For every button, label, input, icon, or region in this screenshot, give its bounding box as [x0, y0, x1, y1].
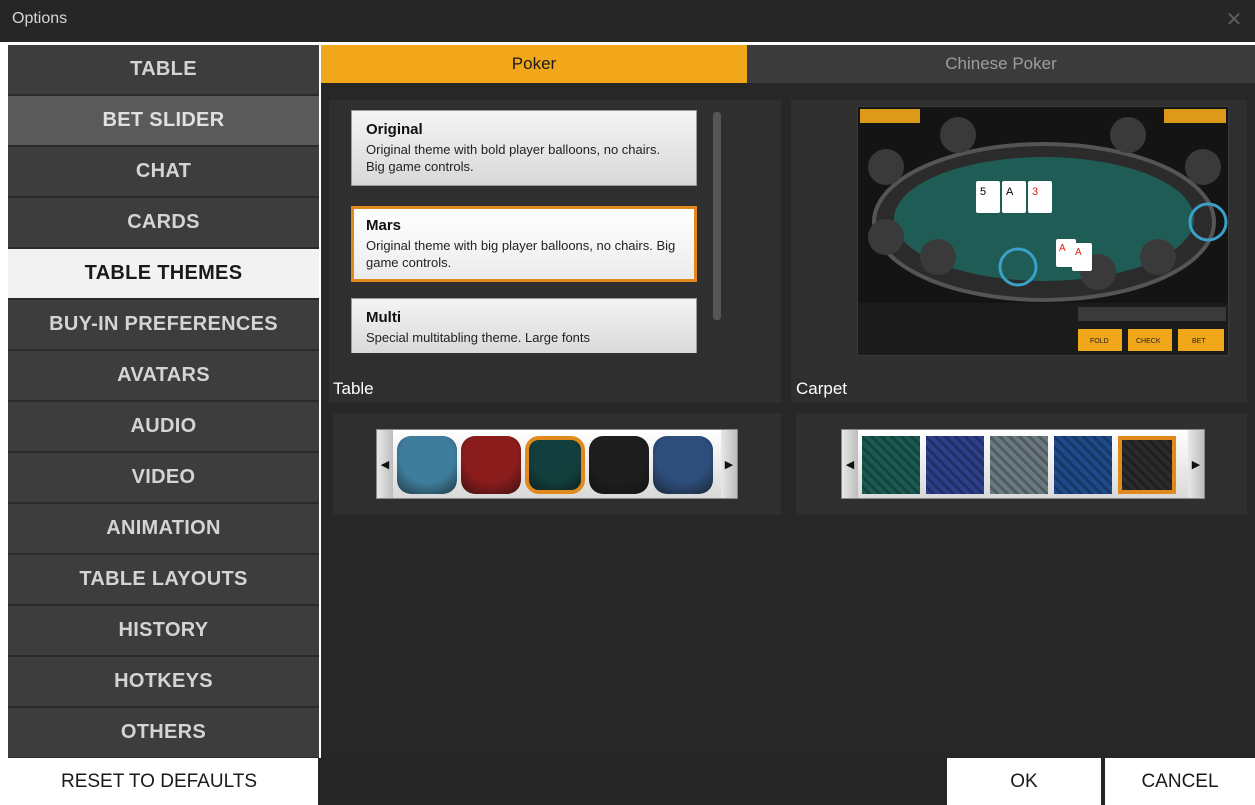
board-card-3: 3 — [1032, 186, 1038, 198]
poker-table-illustration: 5 A 3 A A FOLD CHECK BET — [858, 107, 1228, 355]
table-color-picker: ◀ ▶ — [333, 413, 781, 515]
theme-item-multi[interactable]: Multi Special multitabling theme. Large … — [351, 298, 697, 353]
carpet-picker: ◀ ▶ — [796, 413, 1247, 515]
table-swatch-1[interactable] — [397, 436, 457, 494]
table-preview-image: 5 A 3 A A FOLD CHECK BET — [857, 106, 1229, 356]
window-title: Options — [12, 10, 68, 27]
table-swatch-4[interactable] — [589, 436, 649, 494]
sidebar-item-buy-in-preferences[interactable]: BUY-IN PREFERENCES — [8, 300, 319, 349]
carpet-swatch-1[interactable] — [862, 436, 920, 494]
table-swatch-2[interactable] — [461, 436, 521, 494]
theme-item-mars[interactable]: Mars Original theme with big player ball… — [351, 206, 697, 282]
tab-chinese-poker[interactable]: Chinese Poker — [747, 45, 1255, 83]
sidebar-item-table[interactable]: TABLE — [8, 45, 319, 94]
theme-name: Original — [366, 121, 423, 138]
sidebar-item-avatars[interactable]: AVATARS — [8, 351, 319, 400]
preview-bet-label: BET — [1192, 338, 1206, 345]
close-icon[interactable]: ✕ — [1223, 9, 1245, 31]
carpet-swatch-5[interactable] — [1118, 436, 1176, 494]
sidebar-item-table-themes[interactable]: TABLE THEMES — [8, 249, 319, 298]
ok-button[interactable]: OK — [947, 758, 1101, 805]
theme-list-panel: Original Original theme with bold player… — [329, 100, 781, 403]
sidebar-item-history[interactable]: HISTORY — [8, 606, 319, 655]
table-color-strip: ◀ ▶ — [376, 429, 738, 499]
carpet-strip: ◀ ▶ — [841, 429, 1205, 499]
board-card-1: 5 — [980, 186, 986, 198]
table-prev-arrow[interactable]: ◀ — [377, 430, 393, 498]
theme-description: Original theme with big player balloons,… — [366, 238, 676, 270]
sidebar-item-others[interactable]: OTHERS — [8, 708, 319, 757]
sidebar-item-animation[interactable]: ANIMATION — [8, 504, 319, 553]
table-swatch-5[interactable] — [653, 436, 713, 494]
footer-bar: RESET TO DEFAULTS OK CANCEL — [0, 758, 1255, 805]
sidebar-item-cards[interactable]: CARDS — [8, 198, 319, 247]
carpet-next-arrow[interactable]: ▶ — [1188, 430, 1204, 498]
carpet-swatch-4[interactable] — [1054, 436, 1112, 494]
table-section-label: Table — [333, 379, 374, 398]
preview-check-label: CHECK — [1136, 338, 1161, 345]
carpet-swatch-3[interactable] — [990, 436, 1048, 494]
carpet-prev-arrow[interactable]: ◀ — [842, 430, 858, 498]
title-bar: Options ✕ — [0, 0, 1255, 42]
hand-card-2: A — [1075, 247, 1082, 258]
sidebar-item-table-layouts[interactable]: TABLE LAYOUTS — [8, 555, 319, 604]
sidebar-item-chat[interactable]: CHAT — [8, 147, 319, 196]
sidebar-item-hotkeys[interactable]: HOTKEYS — [8, 657, 319, 706]
preview-fold-label: FOLD — [1090, 338, 1109, 345]
cancel-button[interactable]: CANCEL — [1105, 758, 1255, 805]
theme-description: Special multitabling theme. Large fonts — [366, 330, 591, 345]
hand-card-1: A — [1059, 243, 1066, 254]
tab-poker[interactable]: Poker — [321, 45, 747, 83]
table-swatch-3[interactable] — [525, 436, 585, 494]
theme-item-original[interactable]: Original Original theme with bold player… — [351, 110, 697, 186]
theme-list: Original Original theme with bold player… — [351, 110, 727, 353]
theme-name: Mars — [366, 217, 402, 234]
sidebar-item-video[interactable]: VIDEO — [8, 453, 319, 502]
theme-name: Multi — [366, 309, 401, 326]
reset-to-defaults-button[interactable]: RESET TO DEFAULTS — [0, 758, 318, 805]
theme-list-scrollbar[interactable] — [713, 112, 721, 320]
theme-description: Original theme with bold player balloons… — [366, 142, 661, 174]
sidebar-item-audio[interactable]: AUDIO — [8, 402, 319, 451]
sidebar: TABLE BET SLIDER CHAT CARDS TABLE THEMES… — [8, 45, 319, 758]
carpet-section-label: Carpet — [796, 379, 848, 398]
sidebar-item-bet-slider[interactable]: BET SLIDER — [8, 96, 319, 145]
table-next-arrow[interactable]: ▶ — [721, 430, 737, 498]
board-card-2: A — [1006, 186, 1014, 198]
theme-preview-panel: 5 A 3 A A FOLD CHECK BET — [791, 100, 1247, 403]
main-panel: Poker Chinese Poker Original Original th… — [321, 45, 1255, 758]
carpet-swatch-2[interactable] — [926, 436, 984, 494]
